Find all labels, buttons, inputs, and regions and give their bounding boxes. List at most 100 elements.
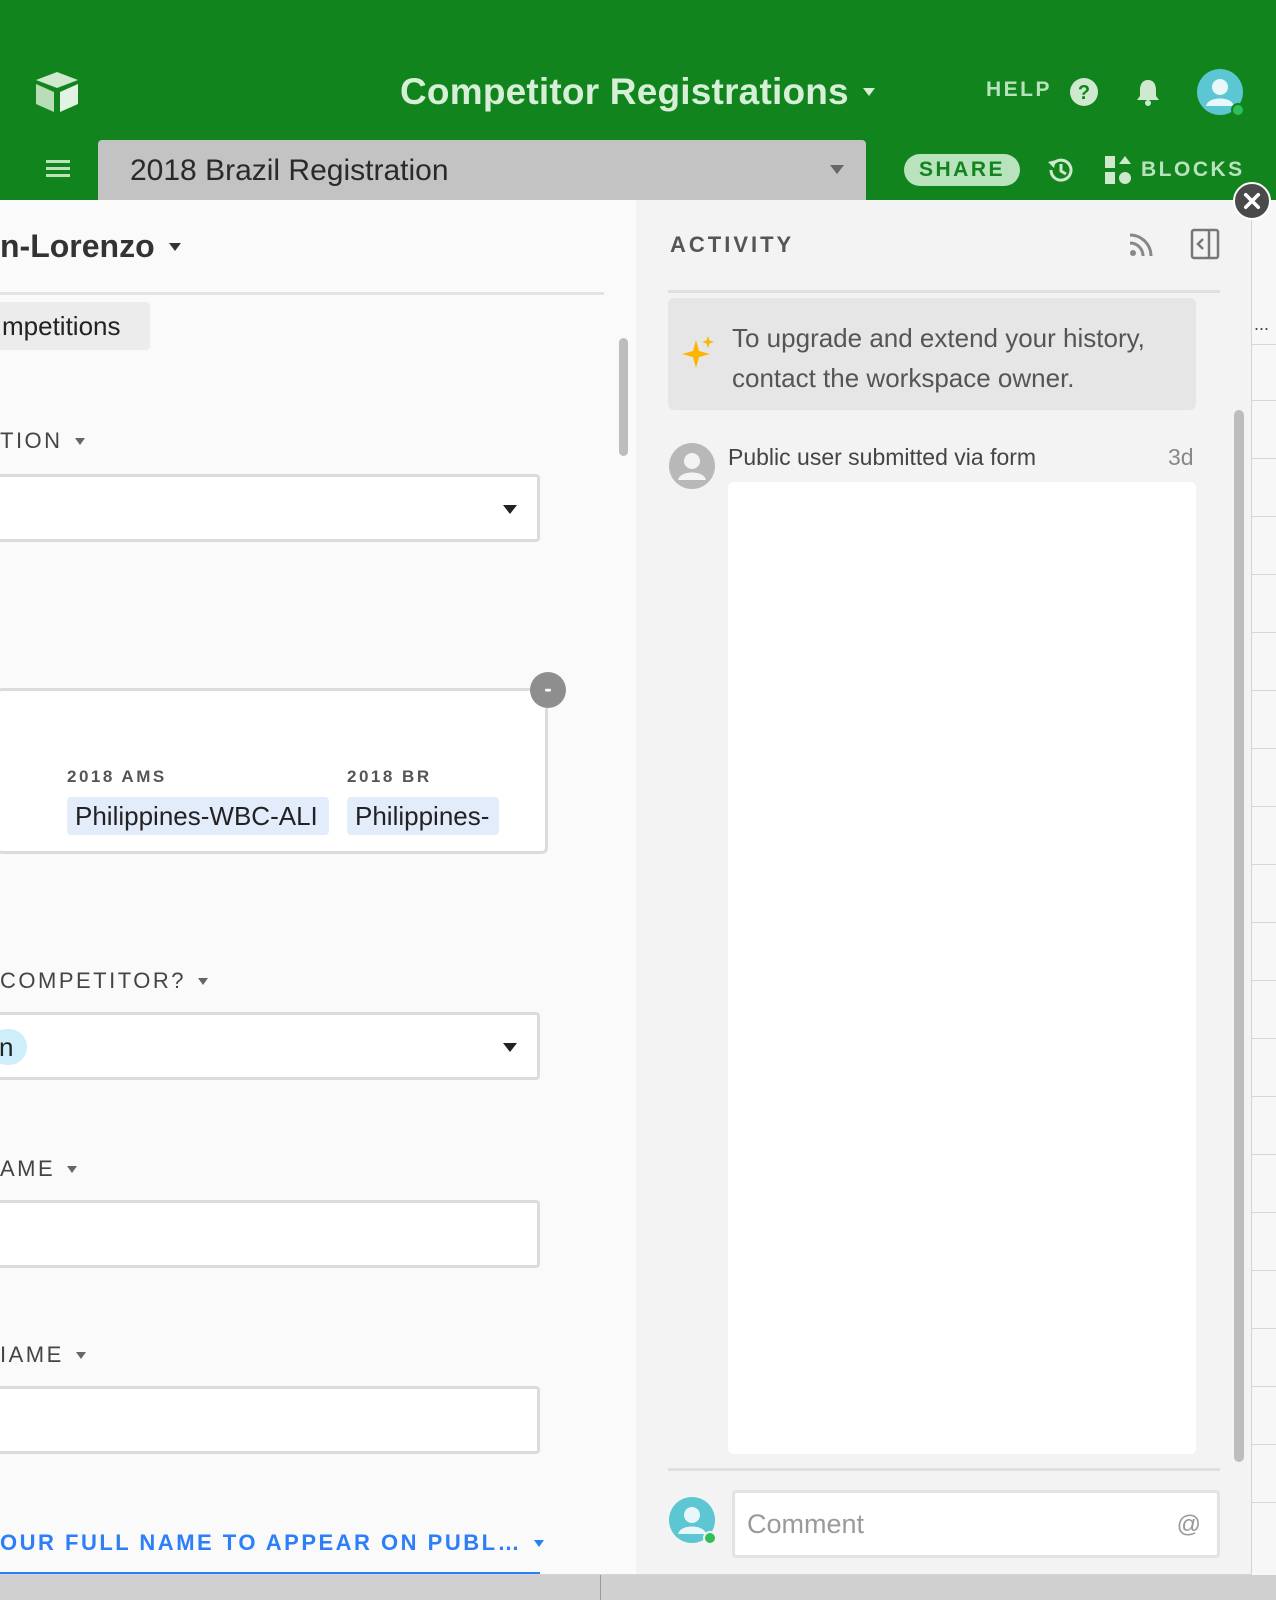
chevron-down-icon [74, 437, 85, 445]
text-field[interactable] [0, 1200, 540, 1268]
help-link[interactable]: HELP [986, 78, 1052, 102]
linked-column-header: 2018 BR [347, 767, 432, 786]
activity-panel: ACTIVITY To upgrade and extend your hist… [636, 200, 1251, 1574]
grid-line [1250, 574, 1276, 575]
column-menu-dots[interactable]: ... [1254, 314, 1269, 335]
chevron-down-icon [503, 505, 517, 514]
select-field[interactable]: n [0, 1012, 540, 1080]
history-icon[interactable] [1045, 154, 1077, 186]
linked-column: 2018 BR Philippines- [347, 767, 499, 835]
upgrade-text: To upgrade and extend your history, cont… [732, 323, 1145, 393]
grid-line [1250, 806, 1276, 807]
base-title: Competitor Registrations [400, 71, 849, 112]
divider [668, 1468, 1220, 1471]
table-name: 2018 Brazil Registration [130, 154, 449, 187]
field-label-menu[interactable]: IAME [0, 1342, 86, 1368]
chevron-down-icon [503, 1043, 517, 1052]
sparkle-icon [682, 336, 714, 368]
field-label-menu[interactable]: AME [0, 1156, 78, 1182]
share-button[interactable]: SHARE [904, 154, 1020, 186]
grid-line [1250, 864, 1276, 865]
field-label-menu[interactable]: OUR FULL NAME TO APPEAR ON PUBL… [0, 1530, 545, 1556]
field-label-menu[interactable]: COMPETITOR? [0, 968, 209, 994]
field-label: OUR FULL NAME TO APPEAR ON PUBL… [0, 1530, 523, 1555]
active-field-outline [0, 1572, 540, 1574]
user-avatar-icon[interactable] [1196, 68, 1246, 118]
grid-line [1250, 1154, 1276, 1155]
grid-line [1250, 748, 1276, 749]
grid-line [1250, 1444, 1276, 1445]
grid-line [1250, 1038, 1276, 1039]
grid-line [1250, 458, 1276, 459]
linked-column: 2018 AMS Philippines-WBC-ALI [67, 767, 329, 835]
chevron-down-icon [67, 1165, 78, 1173]
expanded-record-modal: n-Lorenzo mpetitions TION 2018 AMS Phili… [0, 200, 1252, 1575]
upgrade-notice: To upgrade and extend your history, cont… [668, 298, 1196, 410]
linked-record-card[interactable]: 2018 AMS Philippines-WBC-ALI 2018 BR Phi… [0, 688, 548, 854]
grid-line [1250, 1328, 1276, 1329]
airtable-logo-icon[interactable] [32, 70, 82, 114]
record-title: n-Lorenzo [0, 228, 155, 264]
grid-line [1250, 516, 1276, 517]
svg-text:?: ? [1078, 82, 1090, 104]
close-icon[interactable] [1233, 182, 1271, 220]
collapse-panel-icon[interactable] [1190, 228, 1220, 260]
field-label-menu[interactable]: TION [0, 428, 85, 454]
comment-input[interactable] [747, 1503, 1167, 1545]
comment-box: @ [732, 1490, 1220, 1558]
grid-line [1250, 1212, 1276, 1213]
grid-line [1250, 980, 1276, 981]
background-footer [0, 1575, 1276, 1600]
help-icon[interactable]: ? [1069, 77, 1099, 107]
activity-timestamp: 3d [1168, 444, 1194, 470]
mention-icon[interactable]: @ [1177, 1511, 1201, 1539]
blocks-icon[interactable] [1103, 154, 1133, 186]
grid-line [1250, 344, 1276, 345]
scrollbar[interactable] [619, 338, 628, 456]
chevron-down-icon [75, 1351, 86, 1359]
chevron-down-icon [862, 88, 875, 96]
linked-record-pill[interactable]: Philippines-WBC-ALI [67, 797, 329, 835]
select-field[interactable] [0, 474, 540, 542]
scrollbar[interactable] [1234, 410, 1244, 1462]
grid-line [1250, 922, 1276, 923]
blocks-button-label[interactable]: BLOCKS [1141, 158, 1245, 182]
app-header: Competitor Registrations HELP ? 2018 Bra… [0, 0, 1276, 200]
chevron-down-icon [168, 242, 181, 251]
grid-line [1250, 1270, 1276, 1271]
field-label: COMPETITOR? [0, 968, 187, 993]
hamburger-menu-icon[interactable] [44, 156, 72, 182]
grid-line [1250, 1502, 1276, 1503]
field-label: AME [0, 1156, 56, 1181]
grid-line [1250, 1096, 1276, 1097]
field-label: IAME [0, 1342, 64, 1367]
field-label: TION [0, 428, 63, 453]
base-title-menu[interactable]: Competitor Registrations [400, 70, 875, 114]
footer-divider [600, 1575, 601, 1600]
table-selector[interactable]: 2018 Brazil Registration [98, 140, 866, 200]
public-user-icon [669, 443, 715, 489]
select-option-pill: n [0, 1029, 28, 1065]
notifications-bell-icon[interactable] [1133, 77, 1163, 107]
background-grid [1250, 200, 1276, 1600]
text-field[interactable] [0, 1386, 540, 1454]
linked-column-header: 2018 AMS [67, 767, 167, 786]
activity-entry-card [728, 482, 1196, 1454]
chevron-down-icon [830, 165, 844, 174]
current-user-avatar-icon [669, 1497, 717, 1545]
linked-record-pill[interactable]: Philippines- [347, 797, 499, 835]
divider [668, 290, 1220, 293]
chevron-down-icon [198, 977, 209, 985]
rss-feed-icon[interactable] [1126, 230, 1156, 260]
tab-competitions[interactable]: mpetitions [0, 302, 150, 350]
divider [0, 292, 604, 295]
remove-linked-record-button[interactable]: - [530, 672, 566, 708]
grid-line [1250, 1386, 1276, 1387]
grid-line [1250, 400, 1276, 401]
record-title-menu[interactable]: n-Lorenzo [0, 228, 181, 265]
activity-entry-text: Public user submitted via form [728, 444, 1037, 470]
grid-line [1250, 690, 1276, 691]
chevron-down-icon [534, 1539, 545, 1547]
record-fields-pane: n-Lorenzo mpetitions TION 2018 AMS Phili… [0, 200, 636, 1574]
grid-line [1250, 632, 1276, 633]
